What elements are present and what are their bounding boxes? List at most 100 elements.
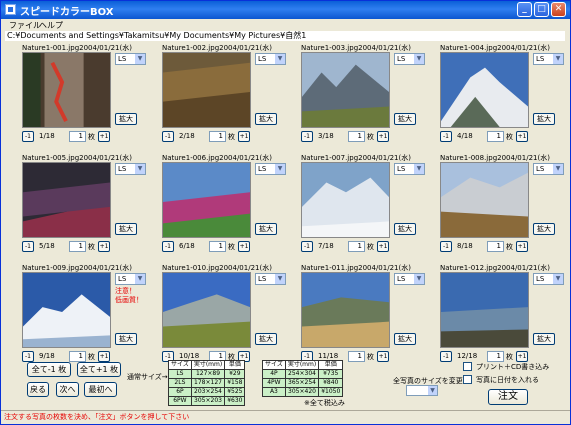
tax-note: ※全て税込み — [304, 399, 345, 407]
price-cell: 4P — [262, 369, 286, 379]
quantity-unit: 枚 — [367, 243, 374, 251]
all-size-select[interactable]: ▼ — [406, 385, 438, 396]
minimize-button[interactable]: _ — [517, 2, 532, 17]
zoom-button[interactable]: 拡大 — [394, 333, 416, 345]
size-select[interactable]: LS ▼ — [394, 273, 425, 285]
increment-button[interactable]: +1 — [98, 241, 110, 252]
size-select[interactable]: LS ▼ — [533, 53, 564, 65]
all-minus-button[interactable]: 全て-1 枚 — [27, 362, 71, 377]
first-button[interactable]: 最初へ — [84, 382, 117, 397]
order-button[interactable]: 注文 — [488, 389, 528, 405]
folder-path: C:¥Documents and Settings¥Takamitsu¥My D… — [5, 31, 565, 41]
size-select-value: LS — [118, 165, 127, 173]
date-on-photo-label: 写真に日付を入れる — [476, 376, 539, 384]
menu-help[interactable]: ヘルプ — [39, 20, 63, 31]
size-select[interactable]: LS ▼ — [115, 163, 146, 175]
photo-thumbnail[interactable] — [162, 162, 251, 238]
increment-button[interactable]: +1 — [377, 351, 389, 362]
photo-thumbnail[interactable] — [301, 272, 390, 348]
zoom-button[interactable]: 拡大 — [533, 113, 555, 125]
quantity-input[interactable]: 1 — [209, 241, 226, 252]
quantity-unit: 枚 — [228, 133, 235, 141]
increment-button[interactable]: +1 — [98, 131, 110, 142]
photo-thumbnail[interactable] — [440, 162, 529, 238]
quantity-unit: 枚 — [367, 133, 374, 141]
photo-position: 1/18 — [39, 132, 55, 140]
next-button[interactable]: 次へ — [56, 382, 79, 397]
price-cell: ¥29 — [224, 369, 246, 379]
photo-thumbnail[interactable] — [301, 52, 390, 128]
decrement-button[interactable]: -1 — [162, 241, 174, 252]
decrement-button[interactable]: -1 — [22, 351, 34, 362]
quantity-unit: 枚 — [88, 243, 95, 251]
photo-thumbnail[interactable] — [440, 272, 529, 348]
size-select[interactable]: LS ▼ — [115, 53, 146, 65]
photo-thumbnail[interactable] — [22, 52, 111, 128]
zoom-button[interactable]: 拡大 — [255, 333, 277, 345]
size-select[interactable]: LS ▼ — [115, 273, 146, 285]
decrement-button[interactable]: -1 — [440, 351, 452, 362]
back-button[interactable]: 戻る — [27, 382, 49, 397]
size-select[interactable]: LS ▼ — [394, 53, 425, 65]
zoom-button[interactable]: 拡大 — [533, 223, 555, 235]
quantity-input[interactable]: 1 — [69, 131, 86, 142]
size-select[interactable]: LS ▼ — [533, 163, 564, 175]
maximize-button[interactable]: □ — [534, 2, 549, 17]
size-select-value: LS — [118, 275, 127, 283]
decrement-button[interactable]: -1 — [440, 241, 452, 252]
photo-thumbnail[interactable] — [301, 162, 390, 238]
decrement-button[interactable]: -1 — [440, 131, 452, 142]
quantity-input[interactable]: 1 — [209, 131, 226, 142]
photo-thumbnail[interactable] — [162, 52, 251, 128]
zoom-button[interactable]: 拡大 — [394, 223, 416, 235]
quantity-input[interactable]: 1 — [348, 131, 365, 142]
size-select[interactable]: LS ▼ — [533, 273, 564, 285]
size-select[interactable]: LS ▼ — [255, 163, 286, 175]
price-row: LS 127×89 ¥29 — [168, 369, 246, 379]
photo-thumbnail[interactable] — [162, 272, 251, 348]
increment-button[interactable]: +1 — [516, 351, 528, 362]
zoom-button[interactable]: 拡大 — [255, 223, 277, 235]
increment-button[interactable]: +1 — [98, 351, 110, 362]
title-bar[interactable]: スピードカラーBOX _ □ ✕ — [1, 1, 570, 19]
decrement-button[interactable]: -1 — [22, 241, 34, 252]
zoom-button[interactable]: 拡大 — [115, 113, 137, 125]
size-select[interactable]: LS ▼ — [394, 163, 425, 175]
quantity-input[interactable]: 1 — [348, 241, 365, 252]
checkbox-box[interactable] — [463, 362, 472, 371]
quantity-input[interactable]: 1 — [487, 351, 504, 362]
zoom-button[interactable]: 拡大 — [115, 333, 137, 345]
decrement-button[interactable]: -1 — [301, 131, 313, 142]
close-button[interactable]: ✕ — [551, 2, 566, 17]
zoom-button[interactable]: 拡大 — [394, 113, 416, 125]
chevron-down-icon: ▼ — [275, 54, 285, 64]
increment-button[interactable]: +1 — [238, 241, 250, 252]
increment-button[interactable]: +1 — [238, 131, 250, 142]
photo-thumbnail[interactable] — [22, 272, 111, 348]
decrement-button[interactable]: -1 — [162, 131, 174, 142]
price-cell: 365×254 — [284, 378, 320, 388]
zoom-button[interactable]: 拡大 — [533, 333, 555, 345]
size-select[interactable]: LS ▼ — [255, 53, 286, 65]
increment-button[interactable]: +1 — [516, 241, 528, 252]
increment-button[interactable]: +1 — [377, 241, 389, 252]
photo-tile: Nature1-012.jpg2004/01/21(水) LS ▼ 拡大 -1 12/18… — [440, 263, 571, 378]
checkbox-box[interactable] — [463, 375, 472, 384]
quantity-input[interactable]: 1 — [348, 351, 365, 362]
quantity-input[interactable]: 1 — [69, 351, 86, 362]
quantity-input[interactable]: 1 — [487, 241, 504, 252]
zoom-button[interactable]: 拡大 — [255, 113, 277, 125]
increment-button[interactable]: +1 — [516, 131, 528, 142]
increment-button[interactable]: +1 — [377, 131, 389, 142]
size-select[interactable]: LS ▼ — [255, 273, 286, 285]
photo-thumbnail[interactable] — [440, 52, 529, 128]
all-plus-button[interactable]: 全て+1 枚 — [77, 362, 121, 377]
menu-file[interactable]: ファイル — [9, 20, 41, 31]
decrement-button[interactable]: -1 — [22, 131, 34, 142]
quantity-input[interactable]: 1 — [487, 131, 504, 142]
zoom-button[interactable]: 拡大 — [115, 223, 137, 235]
decrement-button[interactable]: -1 — [301, 241, 313, 252]
photo-thumbnail[interactable] — [22, 162, 111, 238]
quantity-input[interactable]: 1 — [69, 241, 86, 252]
price-header: サイズ — [168, 360, 192, 370]
